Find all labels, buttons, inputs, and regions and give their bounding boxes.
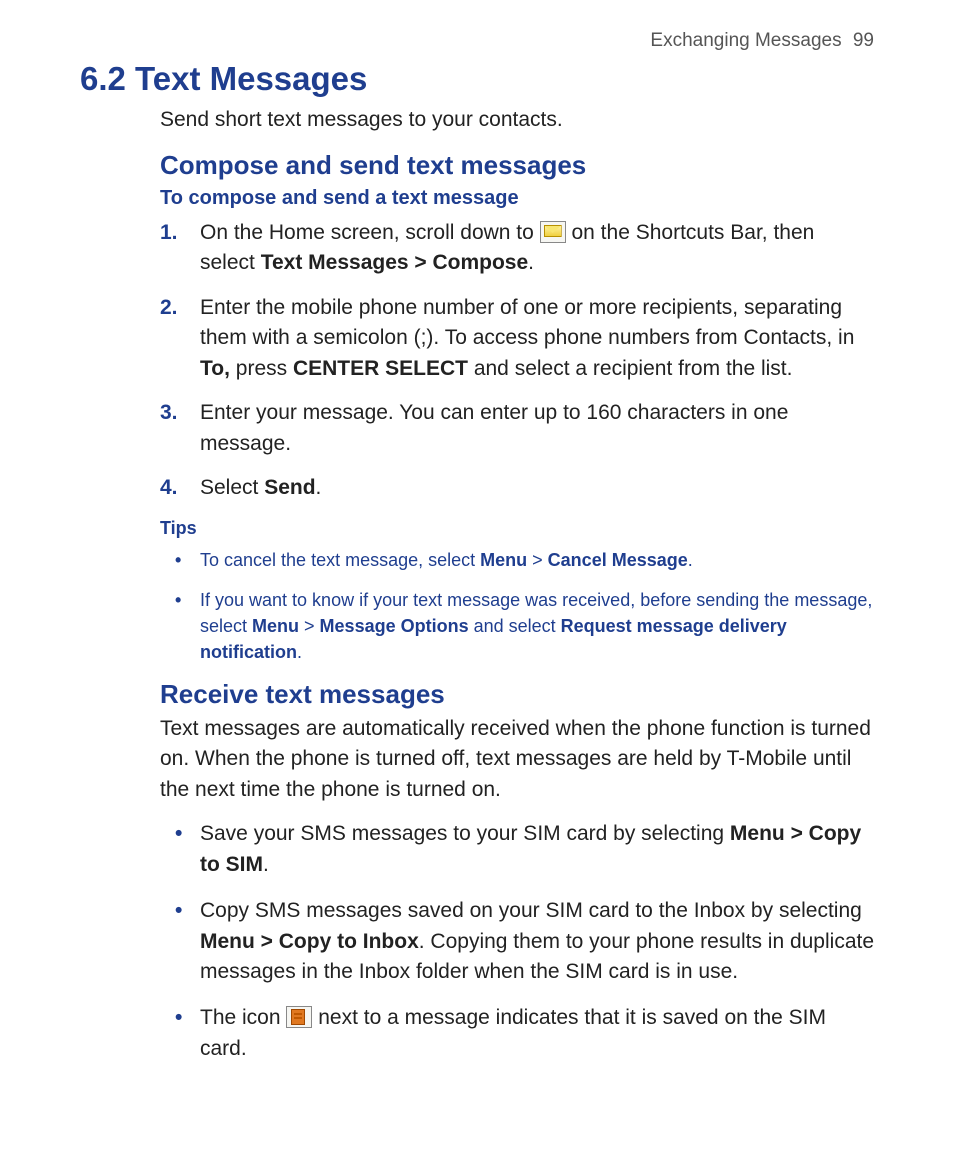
step-4: 4. Select Send. xyxy=(160,473,874,503)
bullet-text: . xyxy=(263,853,269,876)
step-number: 3. xyxy=(160,398,178,428)
step-number: 1. xyxy=(160,218,178,248)
tip-text: and select xyxy=(469,616,561,636)
step-bold: Send xyxy=(264,476,315,499)
compose-steps: 1. On the Home screen, scroll down to on… xyxy=(160,218,874,504)
step-text: and select a recipient from the list. xyxy=(468,357,793,380)
step-text: . xyxy=(316,476,322,499)
compose-howto: To compose and send a text message xyxy=(160,187,874,210)
sim-card-icon xyxy=(286,1006,312,1028)
messages-icon xyxy=(540,221,566,243)
step-bold: Text Messages > Compose xyxy=(261,251,528,274)
step-number: 2. xyxy=(160,293,178,323)
step-1: 1. On the Home screen, scroll down to on… xyxy=(160,218,874,279)
page-number: 99 xyxy=(853,30,874,51)
tip-bold: Message Options xyxy=(320,616,469,636)
step-text: Select xyxy=(200,476,264,499)
receive-heading: Receive text messages xyxy=(160,679,874,710)
section-title: 6.2 Text Messages xyxy=(80,60,874,98)
step-bold: To, xyxy=(200,357,230,380)
tip-text: > xyxy=(527,550,548,570)
receive-paragraph: Text messages are automatically received… xyxy=(160,714,874,805)
step-text: Enter your message. You can enter up to … xyxy=(200,401,788,454)
tip-1: To cancel the text message, select Menu … xyxy=(160,547,874,573)
tips-label: Tips xyxy=(160,518,874,539)
bullet-text: The icon xyxy=(200,1006,286,1029)
tip-text: . xyxy=(688,550,693,570)
tip-bold: Cancel Message xyxy=(548,550,688,570)
tip-text: > xyxy=(299,616,320,636)
compose-heading: Compose and send text messages xyxy=(160,150,874,181)
step-text: . xyxy=(528,251,534,274)
manual-page: Exchanging Messages 99 6.2 Text Messages… xyxy=(0,0,954,1173)
step-text: Enter the mobile phone number of one or … xyxy=(200,296,854,349)
page-header: Exchanging Messages 99 xyxy=(80,30,874,52)
bullet-2: Copy SMS messages saved on your SIM card… xyxy=(160,896,874,987)
step-text: press xyxy=(230,357,293,380)
bullet-1: Save your SMS messages to your SIM card … xyxy=(160,819,874,880)
intro-text: Send short text messages to your contact… xyxy=(160,108,874,132)
step-3: 3. Enter your message. You can enter up … xyxy=(160,398,874,459)
step-bold: CENTER SELECT xyxy=(293,357,468,380)
step-text: On the Home screen, scroll down to xyxy=(200,221,540,244)
step-number: 4. xyxy=(160,473,178,503)
tips-list: To cancel the text message, select Menu … xyxy=(160,547,874,665)
bullet-text: Copy SMS messages saved on your SIM card… xyxy=(200,899,862,922)
step-2: 2. Enter the mobile phone number of one … xyxy=(160,293,874,384)
tip-bold: Menu xyxy=(252,616,299,636)
bullet-text: Save your SMS messages to your SIM card … xyxy=(200,822,730,845)
receive-bullets: Save your SMS messages to your SIM card … xyxy=(160,819,874,1064)
tip-text: To cancel the text message, select xyxy=(200,550,480,570)
chapter-name: Exchanging Messages xyxy=(650,30,841,51)
tip-2: If you want to know if your text message… xyxy=(160,587,874,665)
bullet-3: The icon next to a message indicates tha… xyxy=(160,1003,874,1064)
tip-text: . xyxy=(297,642,302,662)
tip-bold: Menu xyxy=(480,550,527,570)
bullet-bold: Menu > Copy to Inbox xyxy=(200,930,419,953)
